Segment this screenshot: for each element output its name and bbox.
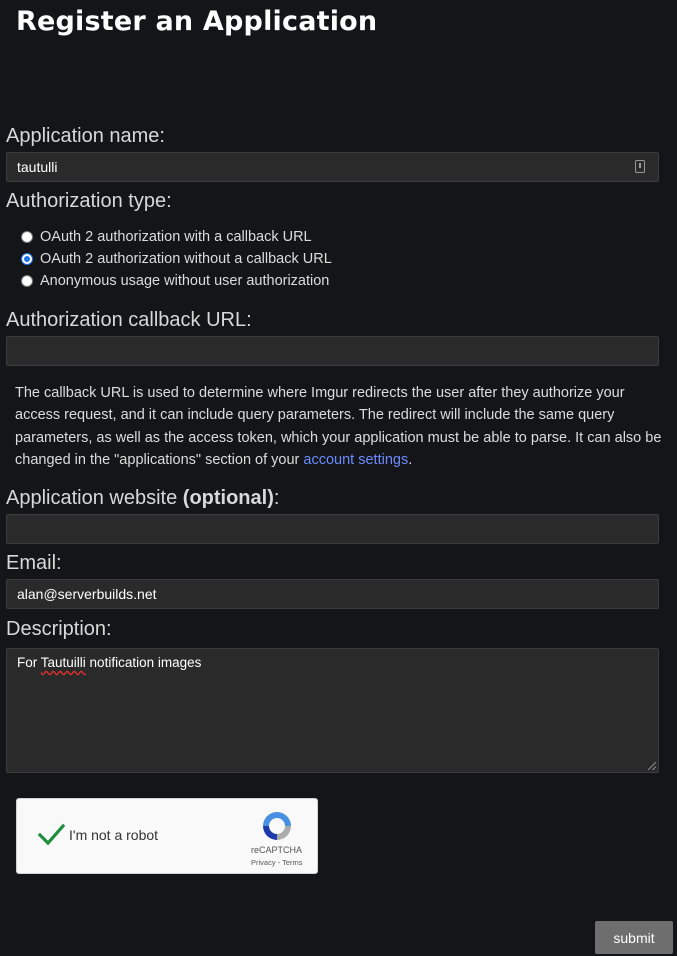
- resize-handle[interactable]: [648, 762, 656, 770]
- radio-anonymous[interactable]: [21, 275, 33, 287]
- callback-url-input[interactable]: [6, 336, 659, 366]
- help-line-4-prefix: changed in the "applications" section of…: [15, 451, 304, 468]
- website-input[interactable]: [6, 514, 659, 544]
- auth-option-anonymous[interactable]: Anonymous usage without user authorizati…: [21, 273, 329, 289]
- auth-option-anonymous-label: Anonymous usage without user authorizati…: [40, 273, 330, 289]
- radio-callback[interactable]: [21, 231, 33, 243]
- app-name-input[interactable]: tautulli: [6, 152, 659, 182]
- email-input[interactable]: alan@serverbuilds.net: [6, 579, 659, 609]
- auth-type-label: Authorization type:: [6, 190, 172, 212]
- recaptcha-brand: reCAPTCHA: [251, 845, 303, 855]
- website-label-optional: (optional): [182, 487, 274, 509]
- help-line-1: The callback URL is used to determine wh…: [15, 385, 625, 401]
- description-value-prefix: For: [17, 655, 41, 670]
- app-name-label: Application name:: [6, 125, 165, 147]
- website-label: Application website (optional):: [6, 487, 279, 510]
- password-manager-icon[interactable]: [635, 160, 645, 173]
- recaptcha-widget[interactable]: I'm not a robot reCAPTCHA Privacy - Term…: [16, 798, 318, 874]
- email-label: Email:: [6, 552, 62, 574]
- submit-button[interactable]: submit: [595, 921, 673, 954]
- help-line-3: parameters, as well as the access token,…: [15, 429, 662, 446]
- page-title: Register an Application: [16, 6, 378, 37]
- description-textarea[interactable]: For Tautuilli notification images: [6, 648, 659, 773]
- auth-option-callback[interactable]: OAuth 2 authorization with a callback UR…: [21, 229, 312, 245]
- auth-option-no-callback[interactable]: OAuth 2 authorization without a callback…: [21, 251, 332, 267]
- website-label-suffix: :: [273, 487, 280, 509]
- email-value: alan@serverbuilds.net: [17, 586, 157, 602]
- description-label: Description:: [6, 618, 112, 640]
- account-settings-link[interactable]: account settings: [303, 452, 408, 468]
- help-line-4-suffix: .: [408, 451, 413, 468]
- callback-help-text: The callback URL is used to determine wh…: [15, 382, 677, 471]
- checkmark-icon[interactable]: [37, 821, 65, 849]
- description-misspelled-word: Tautuilli: [40, 655, 86, 670]
- app-name-value: tautulli: [17, 159, 58, 175]
- callback-url-label: Authorization callback URL:: [6, 309, 252, 331]
- recaptcha-logo-icon: [263, 812, 291, 840]
- recaptcha-label: I'm not a robot: [69, 827, 159, 843]
- description-value-suffix: notification images: [85, 655, 202, 670]
- auth-option-callback-label: OAuth 2 authorization with a callback UR…: [40, 229, 312, 245]
- auth-option-no-callback-label: OAuth 2 authorization without a callback…: [40, 251, 332, 267]
- radio-no-callback[interactable]: [21, 253, 33, 265]
- help-line-2: access request, and it can include query…: [15, 407, 615, 424]
- website-label-text: Application website: [6, 487, 183, 509]
- help-line-4: changed in the "applications" section of…: [15, 449, 677, 471]
- recaptcha-privacy-terms-links[interactable]: Privacy - Terms: [251, 858, 303, 867]
